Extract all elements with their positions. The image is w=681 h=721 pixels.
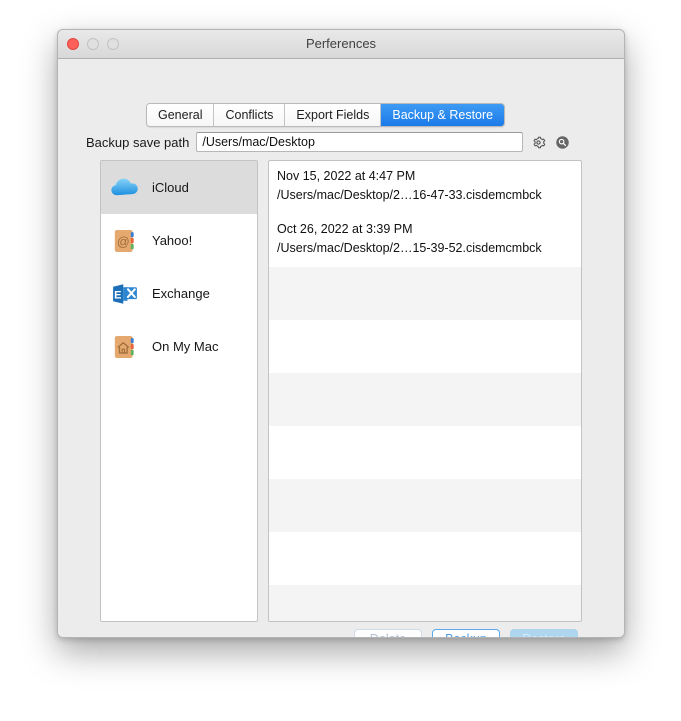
table-row-empty — [269, 532, 581, 585]
sidebar-item-on-my-mac[interactable]: On My Mac — [101, 320, 257, 373]
table-row-empty — [269, 426, 581, 479]
sidebar-item-label: Yahoo! — [152, 233, 193, 248]
backup-path-input[interactable] — [196, 132, 524, 152]
backup-file-path: /Users/mac/Desktop/2…16-47-33.cisdemcmbc… — [277, 188, 542, 202]
content-panes: iCloud @ Yahoo! E Exchange On My Mac Nov… — [100, 160, 582, 622]
exchange-icon: E — [108, 277, 142, 311]
backup-button[interactable]: Backup — [432, 629, 500, 637]
tab-export-fields[interactable]: Export Fields — [285, 104, 382, 126]
table-row-empty — [269, 267, 581, 320]
sidebar-item-yahoo[interactable]: @ Yahoo! — [101, 214, 257, 267]
icloud-icon — [108, 171, 142, 205]
window-body: General Conflicts Export Fields Backup &… — [58, 59, 624, 637]
table-row-empty — [269, 479, 581, 532]
window-title: Perferences — [305, 36, 377, 51]
table-row[interactable]: Oct 26, 2022 at 3:39 PM /Users/mac/Deskt… — [269, 214, 581, 267]
preferences-window: Perferences General Conflicts Export Fie… — [57, 29, 625, 638]
tab-conflicts[interactable]: Conflicts — [214, 104, 286, 126]
footer-buttons: Delete Backup Restore — [354, 629, 578, 637]
sidebar-item-exchange[interactable]: E Exchange — [101, 267, 257, 320]
backup-list[interactable]: Nov 15, 2022 at 4:47 PM /Users/mac/Deskt… — [268, 160, 582, 622]
restore-button[interactable]: Restore — [510, 629, 578, 637]
tab-backup-restore[interactable]: Backup & Restore — [381, 104, 505, 126]
backup-path-label: Backup save path — [86, 134, 190, 150]
window-titlebar: Perferences — [58, 30, 624, 59]
tab-general[interactable]: General — [147, 104, 215, 126]
table-row-empty — [269, 373, 581, 426]
accounts-sidebar[interactable]: iCloud @ Yahoo! E Exchange On My Mac — [100, 160, 258, 622]
backup-path-row: Backup save path — [86, 132, 571, 152]
delete-button[interactable]: Delete — [354, 629, 422, 637]
sidebar-item-label: On My Mac — [152, 339, 219, 354]
search-icon[interactable] — [554, 134, 571, 151]
svg-text:@: @ — [117, 234, 130, 249]
yahoo-contacts-icon: @ — [108, 224, 142, 258]
table-row[interactable]: Nov 15, 2022 at 4:47 PM /Users/mac/Deskt… — [269, 161, 581, 214]
backup-file-path: /Users/mac/Desktop/2…15-39-52.cisdemcmbc… — [277, 241, 542, 255]
sidebar-item-label: iCloud — [152, 180, 189, 195]
svg-text:E: E — [114, 289, 121, 301]
backup-date: Oct 26, 2022 at 3:39 PM — [277, 222, 413, 236]
backup-date: Nov 15, 2022 at 4:47 PM — [277, 169, 416, 183]
gear-icon[interactable] — [530, 134, 547, 151]
table-row-empty — [269, 320, 581, 373]
sidebar-item-icloud[interactable]: iCloud — [101, 161, 257, 214]
on-my-mac-icon — [108, 330, 142, 364]
table-row-empty — [269, 585, 581, 621]
sidebar-item-label: Exchange — [152, 286, 210, 301]
tab-bar: General Conflicts Export Fields Backup &… — [146, 103, 506, 127]
